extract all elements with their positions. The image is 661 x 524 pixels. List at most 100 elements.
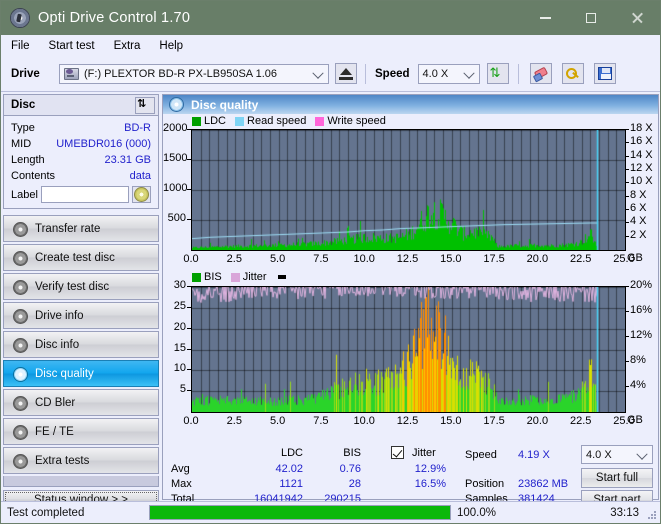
sidebar-item-drive-info[interactable]: Drive info: [3, 302, 159, 329]
stats-col-ldc: LDC: [280, 447, 303, 459]
sidebar-item-extra-tests[interactable]: Extra tests: [3, 447, 159, 474]
disc-icon: [12, 395, 28, 411]
legend-item-read-speed: Read speed: [235, 115, 306, 127]
x-tick-label: 12.5: [396, 415, 419, 427]
ldc-plot[interactable]: [191, 129, 626, 251]
disc-icon: [12, 424, 28, 440]
jitter-checkbox[interactable]: [391, 446, 404, 459]
menu-bar: File Start test Extra Help: [1, 35, 660, 56]
elapsed-time: 33:13: [610, 506, 639, 519]
ldc-canvas: [192, 130, 625, 250]
sidebar-item-disc-info[interactable]: Disc info: [3, 331, 159, 358]
menu-help[interactable]: Help: [159, 40, 183, 52]
x-tick-label: 2.5: [226, 253, 242, 265]
nav-list: Transfer rate Create test disc Verify te…: [3, 215, 159, 474]
disc-quality-icon: [169, 97, 184, 112]
y-tick-mark: [187, 159, 191, 160]
legend-label: Read speed: [247, 115, 307, 127]
y2-tick-mark: [625, 182, 629, 184]
save-button[interactable]: [593, 63, 616, 84]
disc-refresh-button[interactable]: ⇅: [135, 96, 155, 114]
x-tick-label: 7.5: [313, 415, 329, 427]
x-tick-label: 22.5: [569, 253, 592, 265]
menu-extra[interactable]: Extra: [114, 40, 141, 52]
main-panel: Disc quality LDC Read speed Write speed …: [162, 94, 659, 510]
progress-bar: [149, 505, 451, 520]
stats-speed-key: Speed: [465, 449, 497, 461]
legend-label: LDC: [204, 115, 227, 127]
stats-row-avg-jitter: 12.9%: [414, 463, 446, 475]
y2-tick-mark: [625, 129, 629, 130]
sidebar-item-label: FE / TE: [35, 425, 74, 438]
y2-tick-label: 12 X: [630, 162, 653, 174]
menu-file[interactable]: File: [11, 40, 30, 52]
stats-position-value: 23862 MB: [518, 478, 569, 490]
nav-spacer: [3, 476, 159, 487]
eraser-icon: [533, 67, 549, 81]
scale-marker-icon: [277, 275, 286, 279]
y2-tick-label: 12%: [630, 329, 653, 341]
speed-select[interactable]: 4.0 X: [417, 63, 480, 84]
x-tick-label: 22.5: [569, 415, 592, 427]
y-tick-label: 1000: [163, 182, 188, 194]
y2-tick-label: 10 X: [630, 175, 653, 188]
sidebar-item-create-test-disc[interactable]: Create test disc: [3, 244, 159, 271]
chevron-down-icon: [462, 67, 475, 79]
y2-tick-label: 4%: [630, 379, 646, 391]
save-icon: [597, 67, 612, 80]
eject-button[interactable]: [335, 63, 357, 84]
disc-label-key: Label: [11, 188, 38, 201]
y2-tick-mark: [625, 286, 629, 287]
sidebar-item-transfer-rate[interactable]: Transfer rate: [3, 215, 159, 242]
disc-row-contents: Contents data: [11, 168, 151, 184]
resize-grip-icon[interactable]: [647, 510, 657, 520]
refresh-button[interactable]: ⇅: [486, 63, 509, 84]
sidebar-item-disc-quality[interactable]: Disc quality: [3, 360, 159, 387]
disc-icon: [12, 250, 28, 266]
y-tick-mark: [187, 348, 191, 350]
disc-icon: [12, 221, 28, 237]
key-button[interactable]: [561, 63, 584, 84]
close-button[interactable]: [614, 1, 660, 35]
cd-button[interactable]: [131, 186, 151, 203]
cd-icon: [133, 187, 149, 202]
x-tick-label: 0.0: [183, 415, 199, 427]
application-window: Opti Drive Control 1.70 File Start test …: [0, 0, 661, 524]
disc-panel: Disc ⇅ Type BD-R MID UMEBDR016 (000) Len…: [3, 94, 159, 209]
y-tick-mark: [187, 390, 191, 392]
sidebar-item-verify-test-disc[interactable]: Verify test disc: [3, 273, 159, 300]
y-tick-mark: [187, 129, 191, 130]
status-bar: Test completed 100.0% 33:13: [1, 501, 660, 523]
disc-label-input[interactable]: [40, 186, 129, 203]
disc-panel-header: Disc ⇅: [4, 95, 158, 116]
sidebar-item-label: Disc quality: [35, 367, 94, 380]
maximize-button[interactable]: [568, 1, 614, 35]
sidebar-item-label: Disc info: [35, 338, 80, 351]
stats-row-max-key: Max: [171, 478, 192, 490]
sidebar-item-fe-te[interactable]: FE / TE: [3, 418, 159, 445]
disc-row-key: Type: [11, 122, 35, 134]
drive-select[interactable]: (F:) PLEXTOR BD-R PX-LB950SA 1.06: [59, 63, 329, 84]
disc-row-key: MID: [11, 138, 32, 150]
sidebar-item-cd-bler[interactable]: CD Bler: [3, 389, 159, 416]
disc-row-value: 23.31 GB: [104, 154, 151, 166]
window-controls: [522, 1, 660, 35]
toolbar-separator-2: [517, 63, 519, 84]
test-speed-select[interactable]: 4.0 X: [581, 445, 653, 464]
legend-item-write-speed: Write speed: [315, 115, 386, 127]
maximize-icon: [586, 13, 596, 23]
bis-jitter-plot[interactable]: [191, 286, 626, 413]
sidebar-item-label: CD Bler: [35, 396, 76, 409]
legend-swatch: [230, 272, 240, 282]
legend-item-bis: BIS: [192, 271, 222, 283]
y2-tick-label: 20%: [630, 279, 653, 291]
x-tick-label: 0.0: [183, 253, 199, 265]
y2-tick-mark: [625, 336, 629, 337]
disc-row-type: Type BD-R: [11, 120, 151, 136]
minimize-button[interactable]: [522, 1, 568, 35]
erase-button[interactable]: [529, 63, 552, 84]
start-full-button[interactable]: Start full: [581, 468, 653, 488]
legend-swatch: [192, 116, 201, 126]
legend-swatch: [315, 116, 325, 126]
menu-start-test[interactable]: Start test: [49, 40, 95, 52]
